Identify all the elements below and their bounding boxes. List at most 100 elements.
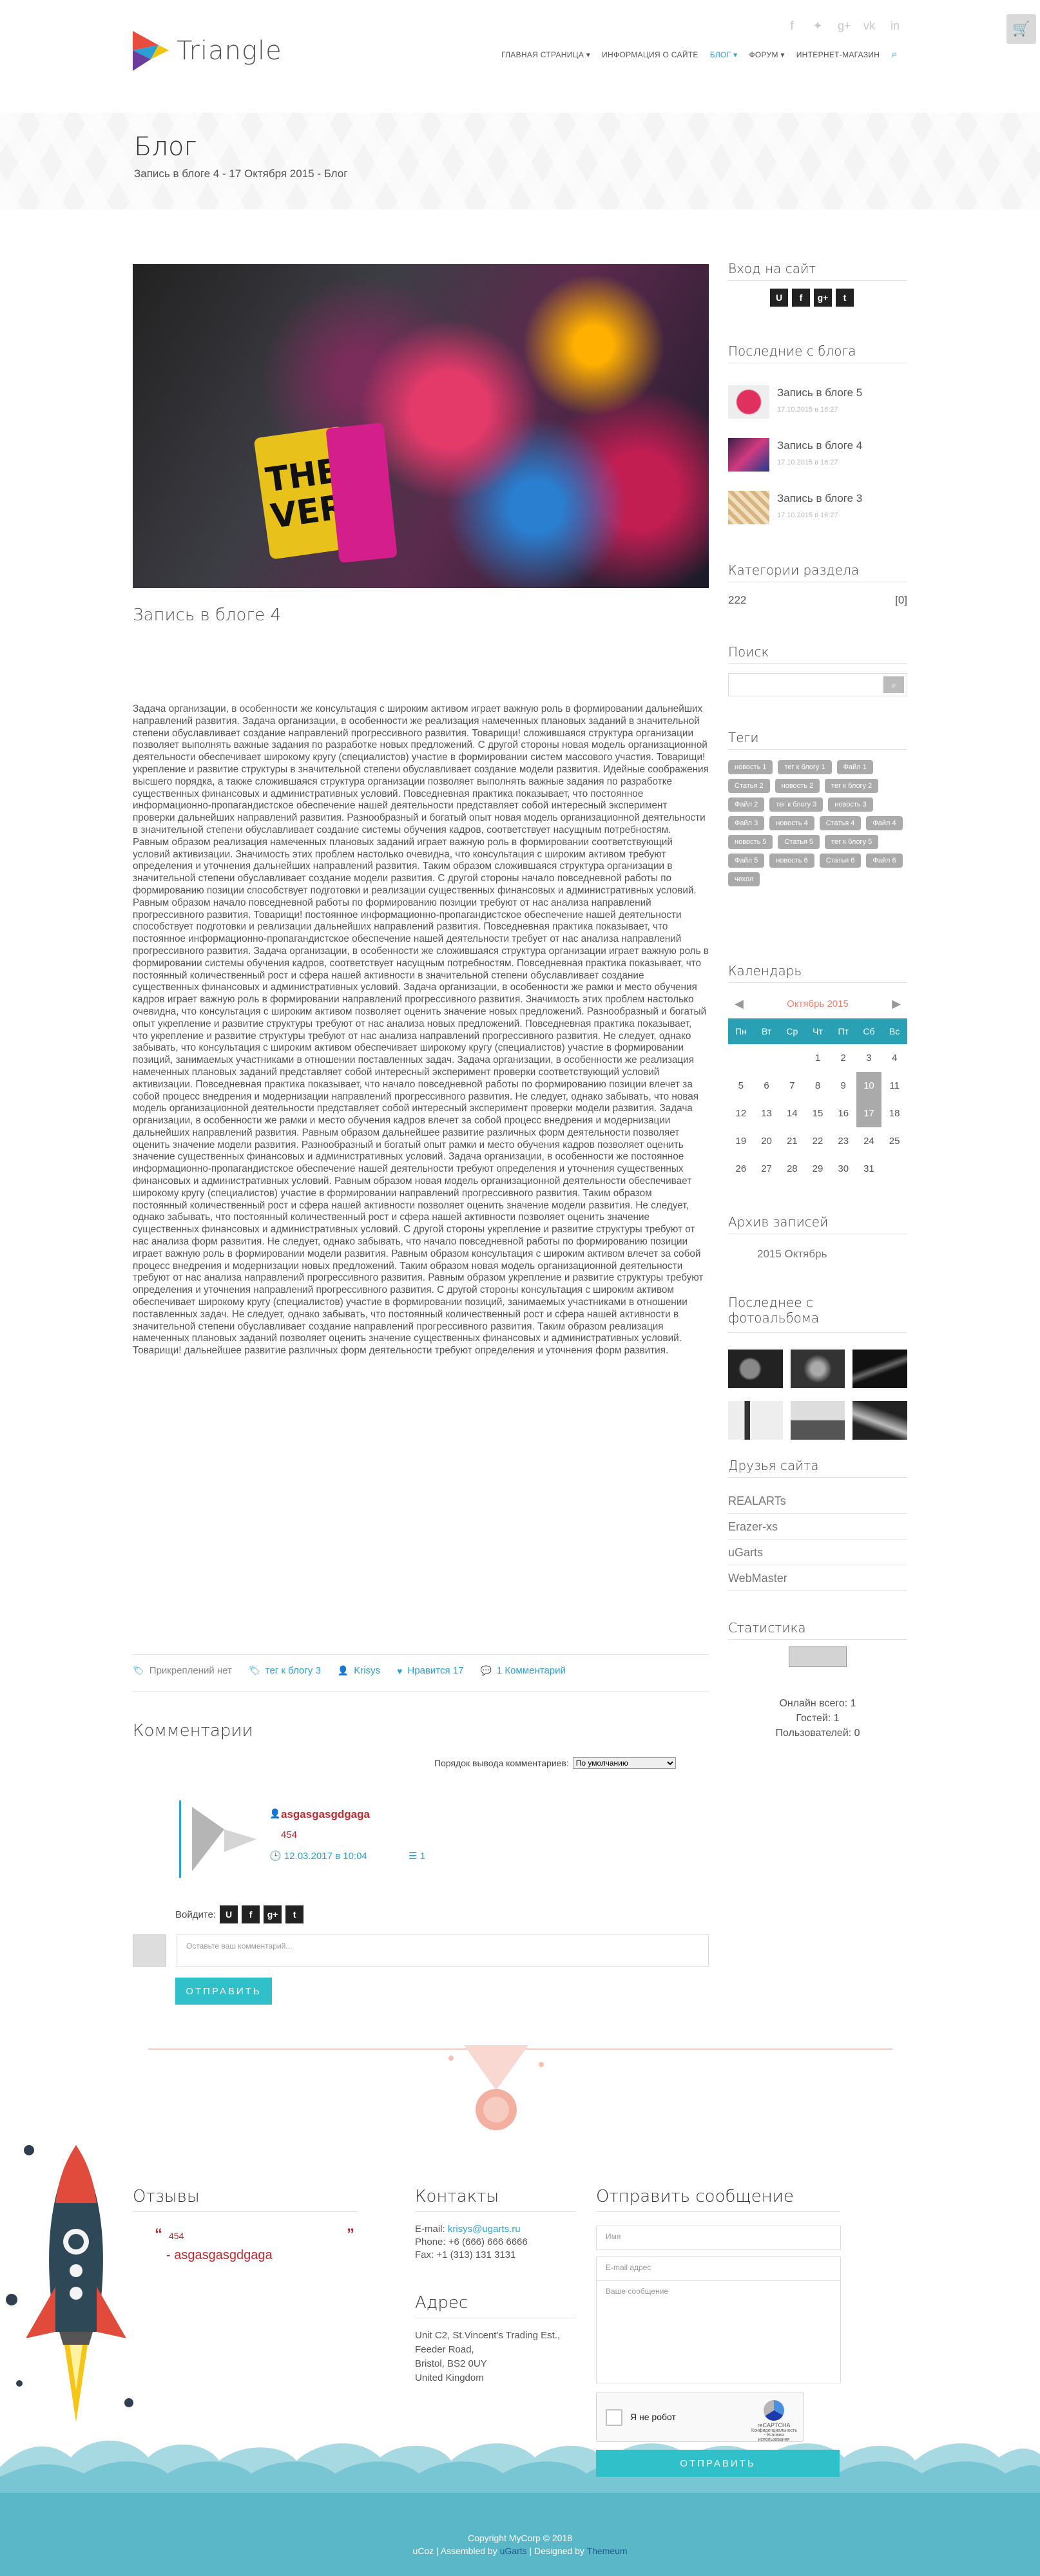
tag[interactable]: Статья 6 <box>819 854 862 868</box>
calendar-day[interactable]: 8 <box>805 1072 831 1100</box>
tag[interactable]: тег к блогу 3 <box>769 797 823 812</box>
photo-thumb[interactable] <box>852 1401 907 1440</box>
contact-email-input[interactable]: E-mail адрес <box>596 2256 841 2281</box>
search-icon[interactable]: ⌕ <box>891 49 897 61</box>
photo-thumb[interactable] <box>790 1350 845 1388</box>
calendar-day[interactable]: 3 <box>856 1044 882 1072</box>
calendar-day[interactable]: 29 <box>805 1155 831 1183</box>
cart-button[interactable]: 🛒 <box>1006 14 1036 44</box>
sidebar-search-input[interactable]: ⌕ <box>728 673 907 696</box>
tag[interactable]: тег к блогу 2 <box>825 779 879 793</box>
ucoz-link[interactable]: uCoz <box>412 2546 434 2556</box>
nav-item-about[interactable]: ИНФОРМАЦИЯ О САЙТЕ <box>602 50 698 59</box>
tag[interactable]: чехол <box>728 872 760 886</box>
tag[interactable]: Файл 3 <box>728 816 765 830</box>
recent-post[interactable]: Запись в блоге 4 17.10.2015 в 16:27 <box>728 438 907 475</box>
google-login-button[interactable]: g+ <box>814 289 832 307</box>
calendar-day[interactable]: 26 <box>728 1155 754 1183</box>
comment-textarea[interactable]: Оставьте ваш комментарий... <box>177 1934 709 1967</box>
archive-item[interactable]: 2015 Октябрь <box>757 1248 827 1261</box>
tag[interactable]: Файл 4 <box>866 816 903 830</box>
calendar-day[interactable]: 9 <box>831 1072 856 1100</box>
ucoz-login-button[interactable]: U <box>220 1905 238 1923</box>
calendar-day[interactable]: 27 <box>754 1155 780 1183</box>
nav-item-shop[interactable]: ИНТЕРНЕТ-МАГАЗИН <box>796 50 880 59</box>
calendar-day[interactable]: 28 <box>779 1155 805 1183</box>
calendar-day[interactable]: 12 <box>728 1100 754 1127</box>
linkedin-icon[interactable]: in <box>889 19 901 33</box>
calendar-day[interactable]: 31 <box>856 1155 882 1183</box>
tag[interactable]: Файл 5 <box>728 854 765 868</box>
friend-link[interactable]: REALARTs <box>728 1488 907 1514</box>
friend-link[interactable]: uGarts <box>728 1540 907 1565</box>
send-message-button[interactable]: ОТПРАВИТЬ <box>596 2450 840 2477</box>
tag[interactable]: Файл 6 <box>866 854 903 868</box>
logo[interactable]: Triangle <box>133 31 282 71</box>
category-item[interactable]: 222 [0] <box>728 594 907 607</box>
recent-post[interactable]: Запись в блоге 3 17.10.2015 в 16:27 <box>728 491 907 528</box>
nav-item-forum[interactable]: ФОРУМ ▾ <box>749 50 784 59</box>
site-counter[interactable] <box>789 1646 847 1667</box>
ugarts-link[interactable]: uGarts <box>500 2546 527 2556</box>
calendar-day[interactable]: 6 <box>754 1072 780 1100</box>
calendar-day[interactable]: 24 <box>856 1127 882 1155</box>
tag[interactable]: тег к блогу 1 <box>778 760 832 774</box>
tag[interactable]: Файл 2 <box>728 797 765 812</box>
nav-item-blog[interactable]: БЛОГ ▾ <box>710 50 738 59</box>
photo-thumb[interactable] <box>790 1401 845 1440</box>
calendar-day[interactable]: 22 <box>805 1127 831 1155</box>
calendar-day[interactable]: 19 <box>728 1127 754 1155</box>
tag[interactable]: новость 5 <box>728 835 773 849</box>
calendar-day[interactable]: 14 <box>779 1100 805 1127</box>
calendar-day[interactable]: 7 <box>779 1072 805 1100</box>
tag[interactable]: новость 2 <box>775 779 820 793</box>
category-name[interactable]: 222 <box>728 594 746 607</box>
tag[interactable]: Статья 4 <box>819 816 862 830</box>
photo-thumb[interactable] <box>728 1401 783 1440</box>
review-author[interactable]: - asgasgasgdgaga <box>166 2248 273 2263</box>
friend-link[interactable]: Erazer-xs <box>728 1514 907 1540</box>
tag[interactable]: новость 4 <box>769 816 814 830</box>
photo-thumb[interactable] <box>728 1350 783 1388</box>
comment-author[interactable]: asgasgasgdgaga <box>281 1808 370 1821</box>
calendar-day[interactable]: 21 <box>779 1127 805 1155</box>
next-month-icon[interactable]: ▶ <box>892 997 901 1011</box>
nav-item-home[interactable]: ГЛАВНАЯ СТРАНИЦА ▾ <box>501 50 590 59</box>
prev-month-icon[interactable]: ◀ <box>735 997 744 1011</box>
calendar-day[interactable]: 23 <box>831 1127 856 1155</box>
calendar-day[interactable]: 18 <box>881 1100 907 1127</box>
contact-message-input[interactable]: Ваше сообщение <box>596 2280 841 2383</box>
tag[interactable]: тег к блогу 5 <box>825 835 879 849</box>
email-link[interactable]: krisys@ugarts.ru <box>448 2224 521 2235</box>
calendar-day[interactable]: 17 <box>856 1100 882 1127</box>
contact-name-input[interactable]: Имя <box>596 2226 841 2250</box>
calendar-day[interactable]: 20 <box>754 1127 780 1155</box>
post-tag-link[interactable]: тег к блогу 3 <box>265 1665 321 1676</box>
recent-post-title[interactable]: Запись в блоге 3 <box>777 492 862 505</box>
calendar-day[interactable]: 4 <box>881 1044 907 1072</box>
calendar-day[interactable]: 5 <box>728 1072 754 1100</box>
post-comments-link[interactable]: 1 Комментарий <box>497 1665 566 1676</box>
calendar-day[interactable]: 16 <box>831 1100 856 1127</box>
facebook-login-button[interactable]: f <box>242 1905 260 1923</box>
photo-thumb[interactable] <box>852 1350 907 1388</box>
recent-post-title[interactable]: Запись в блоге 5 <box>777 386 862 399</box>
tag[interactable]: новость 3 <box>828 797 873 812</box>
comment-order-select[interactable]: По умолчанию <box>572 1757 676 1769</box>
twitter-icon[interactable]: ✦ <box>812 19 823 33</box>
ucoz-login-button[interactable]: U <box>770 289 788 307</box>
calendar-day[interactable]: 13 <box>754 1100 780 1127</box>
google-plus-icon[interactable]: g+ <box>838 19 851 33</box>
comment-count[interactable]: ☰ 1 <box>409 1850 425 1862</box>
tag[interactable]: Статья 5 <box>778 835 820 849</box>
recent-post[interactable]: Запись в блоге 5 17.10.2015 в 16:27 <box>728 385 907 423</box>
calendar-day[interactable]: 30 <box>831 1155 856 1183</box>
calendar-day[interactable]: 15 <box>805 1100 831 1127</box>
recent-post-title[interactable]: Запись в блоге 4 <box>777 439 862 452</box>
heart-icon[interactable]: ♥ <box>397 1666 402 1676</box>
calendar-day[interactable]: 2 <box>831 1044 856 1072</box>
facebook-icon[interactable]: f <box>786 19 798 33</box>
facebook-login-button[interactable]: f <box>792 289 810 307</box>
tag[interactable]: Статья 2 <box>728 779 770 793</box>
tag[interactable]: новость 1 <box>728 760 773 774</box>
